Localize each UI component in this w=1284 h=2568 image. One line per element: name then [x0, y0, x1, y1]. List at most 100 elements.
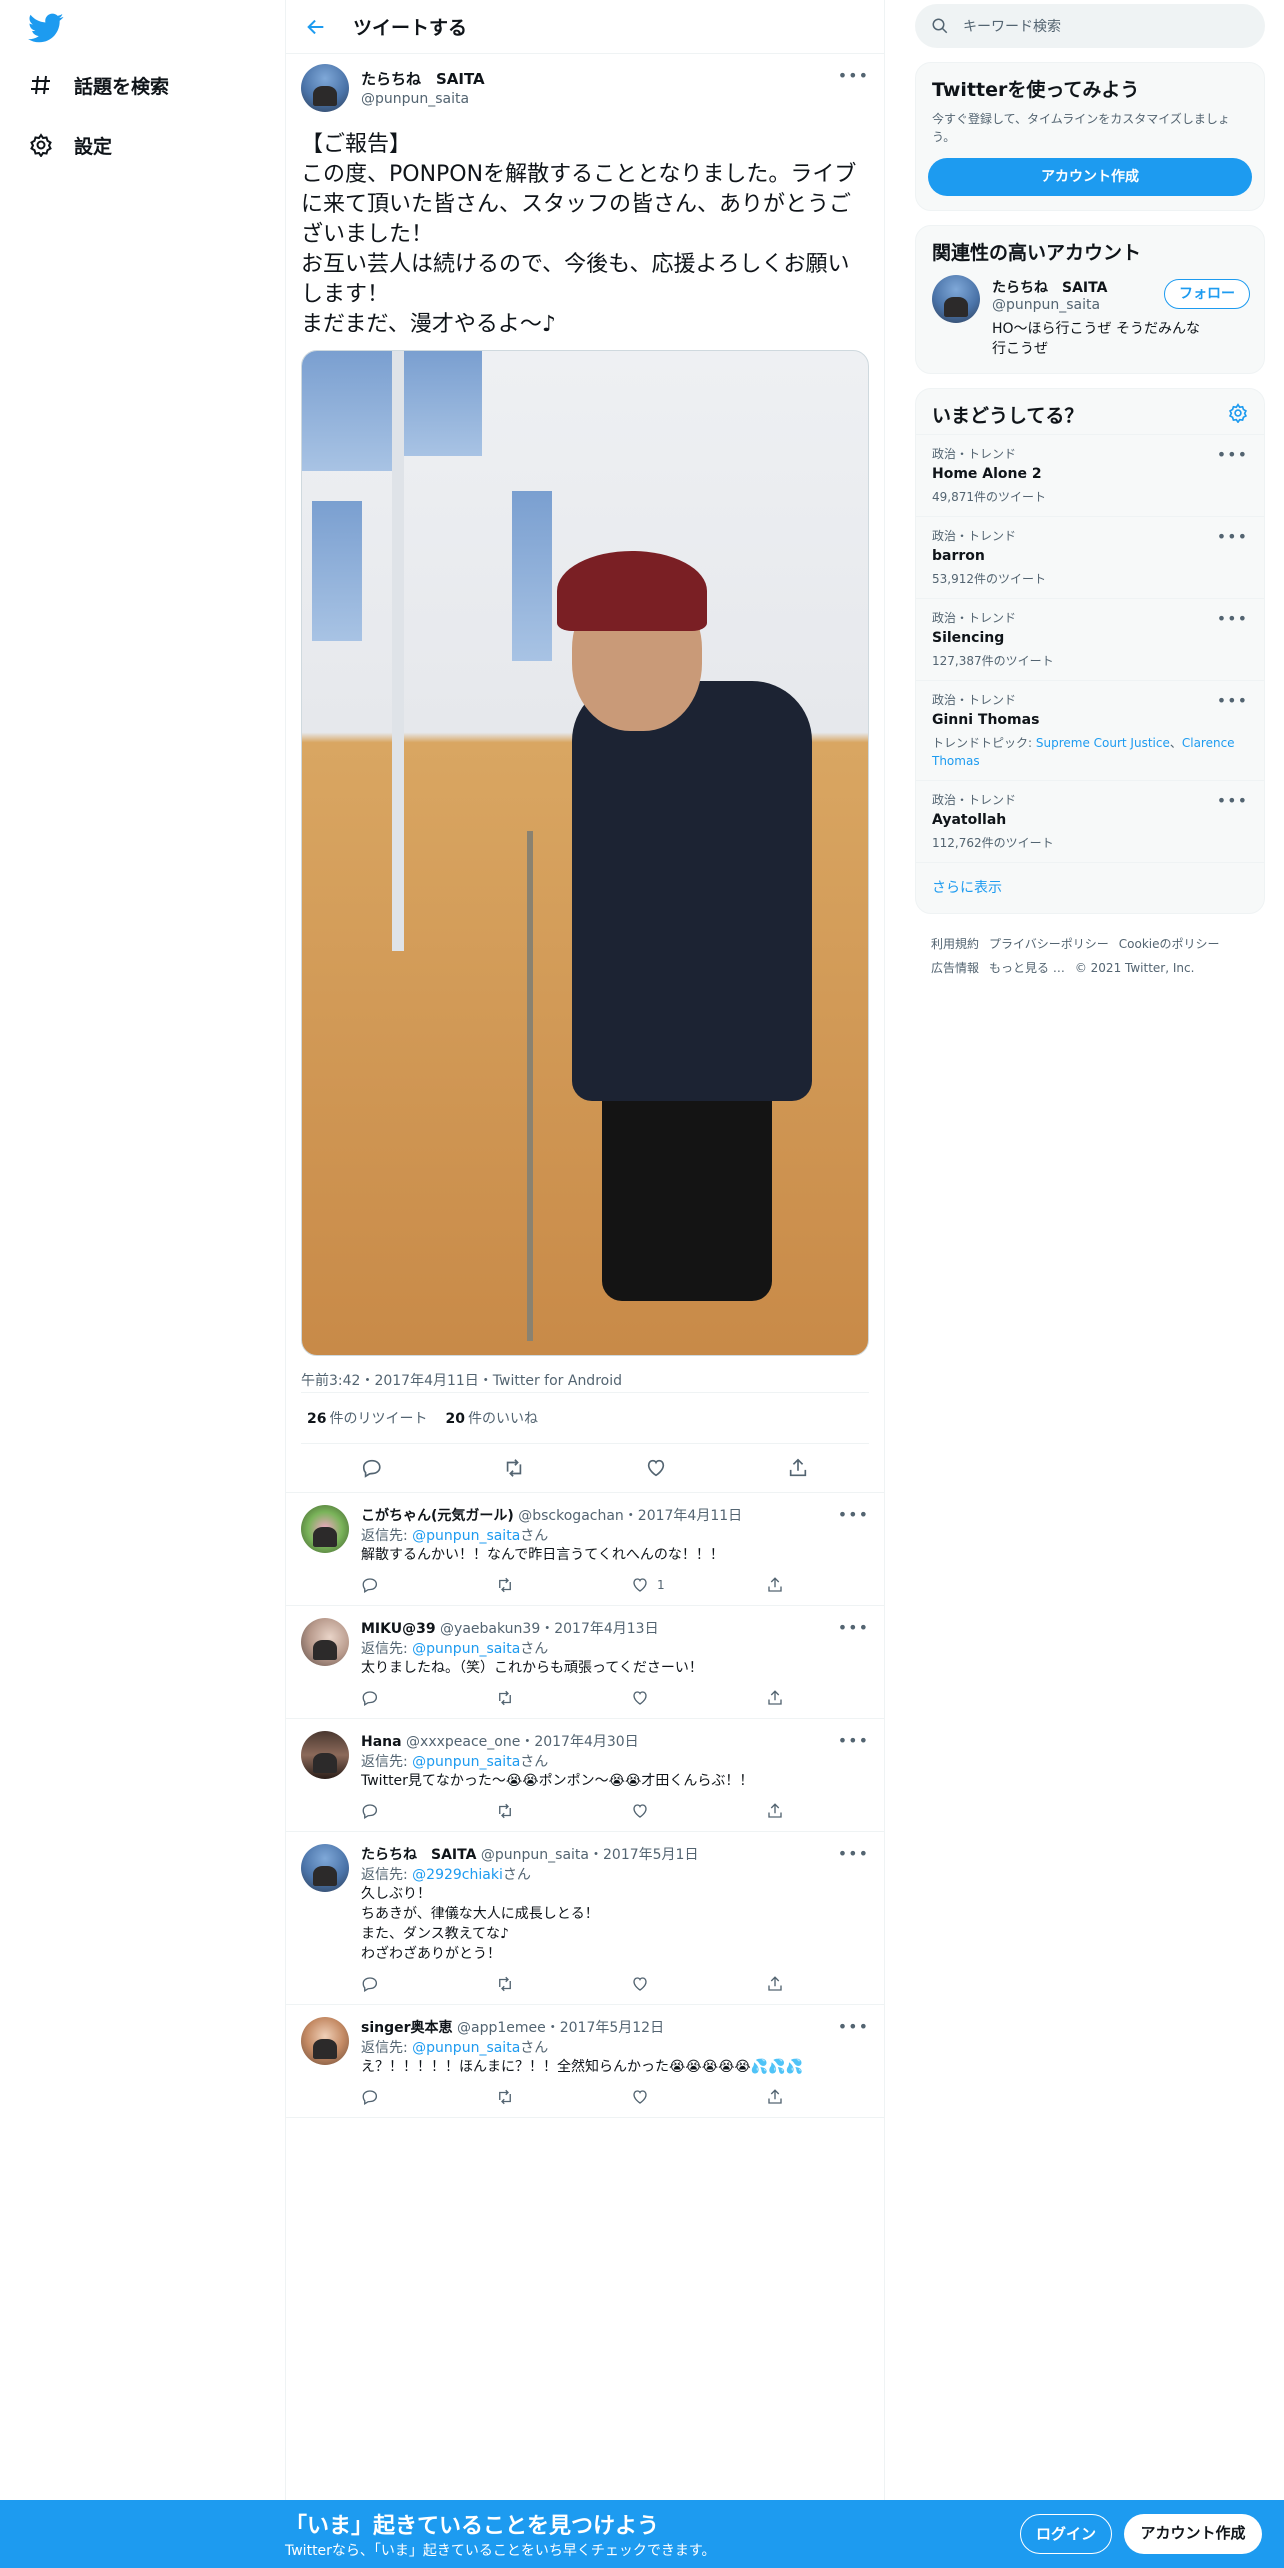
show-more-link[interactable]: さらに表示 — [916, 862, 1264, 913]
like-icon[interactable] — [631, 2088, 649, 2106]
retweet-icon[interactable] — [496, 1689, 514, 1707]
more-icon[interactable]: ••• — [1217, 527, 1248, 546]
twitter-logo-icon[interactable] — [28, 10, 64, 46]
author-name[interactable]: たらちね SAITA — [361, 68, 485, 89]
reply-author-handle[interactable]: @bsckogachan — [518, 1508, 624, 1524]
trend-item[interactable]: 政治・トレンド barron 53,912件のツイート ••• — [916, 516, 1264, 598]
like-stat[interactable]: 20 件のいいね — [445, 1408, 537, 1428]
more-icon[interactable]: ••• — [838, 1844, 869, 1863]
back-arrow-icon[interactable] — [305, 16, 327, 38]
trend-topic-link[interactable]: Supreme Court Justice — [1036, 736, 1170, 750]
retweet-stat[interactable]: 26 件のリツイート — [307, 1408, 427, 1428]
signup-button[interactable]: アカウント作成 — [1124, 2514, 1262, 2554]
search-bar[interactable]: キーワード検索 — [915, 4, 1265, 48]
reply-tweet[interactable]: MIKU@39 @yaebakun39・2017年4月13日 返信先: @pun… — [285, 1606, 885, 1719]
reply-date[interactable]: ・2017年5月12日 — [546, 2020, 664, 2036]
like-icon[interactable] — [631, 1576, 649, 1594]
reply-icon[interactable] — [361, 1576, 379, 1594]
nav-explore[interactable]: 話題を検索 — [28, 63, 169, 107]
footer-more[interactable]: もっと見る … — [989, 961, 1065, 975]
trend-name: Ginni Thomas — [932, 712, 1040, 728]
reply-to-link[interactable]: @punpun_saita — [412, 1754, 520, 1770]
reply-tweet[interactable]: たらちね SAITA @punpun_saita・2017年5月1日 返信先: … — [285, 1832, 885, 2005]
more-icon[interactable]: ••• — [1217, 609, 1248, 628]
share-icon[interactable] — [766, 1689, 784, 1707]
follow-button[interactable]: フォロー — [1164, 279, 1250, 309]
footer-ads[interactable]: 広告情報 — [931, 961, 979, 975]
related-account[interactable]: たらちね SAITA @punpun_saita HO～ほら行こうぜ そうだみん… — [916, 265, 1264, 373]
reply-date[interactable]: ・2017年4月30日 — [520, 1734, 638, 1750]
trend-item[interactable]: 政治・トレンド Ginni Thomas トレンドトピック: Supreme C… — [916, 680, 1264, 780]
footer-cookie[interactable]: Cookieのポリシー — [1119, 937, 1220, 951]
reply-icon[interactable] — [361, 1802, 379, 1820]
footer-privacy[interactable]: プライバシーポリシー — [989, 937, 1109, 951]
reply-to-link[interactable]: @punpun_saita — [412, 1528, 520, 1544]
like-icon[interactable] — [631, 1689, 649, 1707]
avatar[interactable] — [301, 1731, 349, 1779]
reply-to-link[interactable]: @2929chiaki — [412, 1867, 503, 1883]
more-icon[interactable]: ••• — [838, 1505, 869, 1524]
reply-date[interactable]: ・2017年4月11日 — [624, 1508, 742, 1524]
avatar[interactable] — [301, 1505, 349, 1553]
retweet-icon[interactable] — [496, 2088, 514, 2106]
create-account-button[interactable]: アカウント作成 — [928, 158, 1252, 196]
reply-author-name[interactable]: MIKU@39 — [361, 1621, 436, 1637]
more-icon[interactable]: ••• — [1217, 691, 1248, 710]
reply-tweet[interactable]: Hana @xxxpeace_one・2017年4月30日 返信先: @punp… — [285, 1719, 885, 1832]
like-icon[interactable] — [631, 1802, 649, 1820]
reply-to-suffix: さん — [502, 1867, 531, 1883]
like-icon[interactable] — [645, 1457, 667, 1479]
reply-icon[interactable] — [361, 1689, 379, 1707]
more-icon[interactable]: ••• — [838, 1731, 869, 1750]
reply-author-name[interactable]: singer奥本恵 — [361, 2020, 453, 2036]
share-icon[interactable] — [766, 1975, 784, 1993]
retweet-icon[interactable] — [496, 1802, 514, 1820]
footer-terms[interactable]: 利用規約 — [931, 937, 979, 951]
reply-icon[interactable] — [361, 1975, 379, 1993]
tweet-meta[interactable]: 午前3:42・2017年4月11日・Twitter for Android — [301, 1370, 869, 1392]
reply-date[interactable]: ・2017年5月1日 — [589, 1847, 698, 1863]
search-input[interactable]: キーワード検索 — [963, 16, 1061, 36]
reply-tweet[interactable]: singer奥本恵 @app1emee・2017年5月12日 返信先: @pun… — [285, 2005, 885, 2118]
avatar[interactable] — [301, 64, 349, 112]
reply-icon[interactable] — [361, 2088, 379, 2106]
tweet-photo[interactable] — [301, 350, 869, 1356]
trend-item[interactable]: 政治・トレンド Home Alone 2 49,871件のツイート ••• — [916, 434, 1264, 516]
reply-to-link[interactable]: @punpun_saita — [412, 2040, 520, 2056]
avatar[interactable] — [932, 275, 980, 323]
gear-icon[interactable] — [1228, 402, 1248, 427]
retweet-icon[interactable] — [496, 1975, 514, 1993]
more-icon[interactable]: ••• — [838, 66, 869, 85]
trend-item[interactable]: 政治・トレンド Silencing 127,387件のツイート ••• — [916, 598, 1264, 680]
avatar[interactable] — [301, 2017, 349, 2065]
nav-settings[interactable]: 設定 — [28, 123, 112, 167]
reply-author-handle[interactable]: @app1emee — [457, 2020, 546, 2036]
more-icon[interactable]: ••• — [838, 1618, 869, 1637]
reply-author-handle[interactable]: @yaebakun39 — [440, 1621, 540, 1637]
avatar[interactable] — [301, 1844, 349, 1892]
reply-author-handle[interactable]: @punpun_saita — [481, 1847, 589, 1863]
trend-count: 49,871件のツイート — [932, 490, 1046, 504]
reply-author-name[interactable]: Hana — [361, 1734, 402, 1750]
more-icon[interactable]: ••• — [1217, 445, 1248, 464]
retweet-icon[interactable] — [496, 1576, 514, 1594]
share-icon[interactable] — [766, 2088, 784, 2106]
retweet-icon[interactable] — [503, 1457, 525, 1479]
reply-date[interactable]: ・2017年4月13日 — [540, 1621, 658, 1637]
login-button[interactable]: ログイン — [1020, 2514, 1112, 2554]
reply-tweet[interactable]: こがちゃん(元気ガール) @bsckogachan・2017年4月11日 返信先… — [285, 1493, 885, 1606]
reply-author-name[interactable]: たらちね SAITA — [361, 1847, 476, 1863]
author-handle[interactable]: @punpun_saita — [361, 91, 485, 107]
share-icon[interactable] — [766, 1576, 784, 1594]
more-icon[interactable]: ••• — [1217, 791, 1248, 810]
reply-author-handle[interactable]: @xxxpeace_one — [406, 1734, 520, 1750]
share-icon[interactable] — [787, 1457, 809, 1479]
reply-author-name[interactable]: こがちゃん(元気ガール) — [361, 1508, 514, 1524]
reply-to-link[interactable]: @punpun_saita — [412, 1641, 520, 1657]
reply-icon[interactable] — [361, 1457, 383, 1479]
like-icon[interactable] — [631, 1975, 649, 1993]
more-icon[interactable]: ••• — [838, 2017, 869, 2036]
trend-item[interactable]: 政治・トレンド Ayatollah 112,762件のツイート ••• — [916, 780, 1264, 862]
avatar[interactable] — [301, 1618, 349, 1666]
share-icon[interactable] — [766, 1802, 784, 1820]
